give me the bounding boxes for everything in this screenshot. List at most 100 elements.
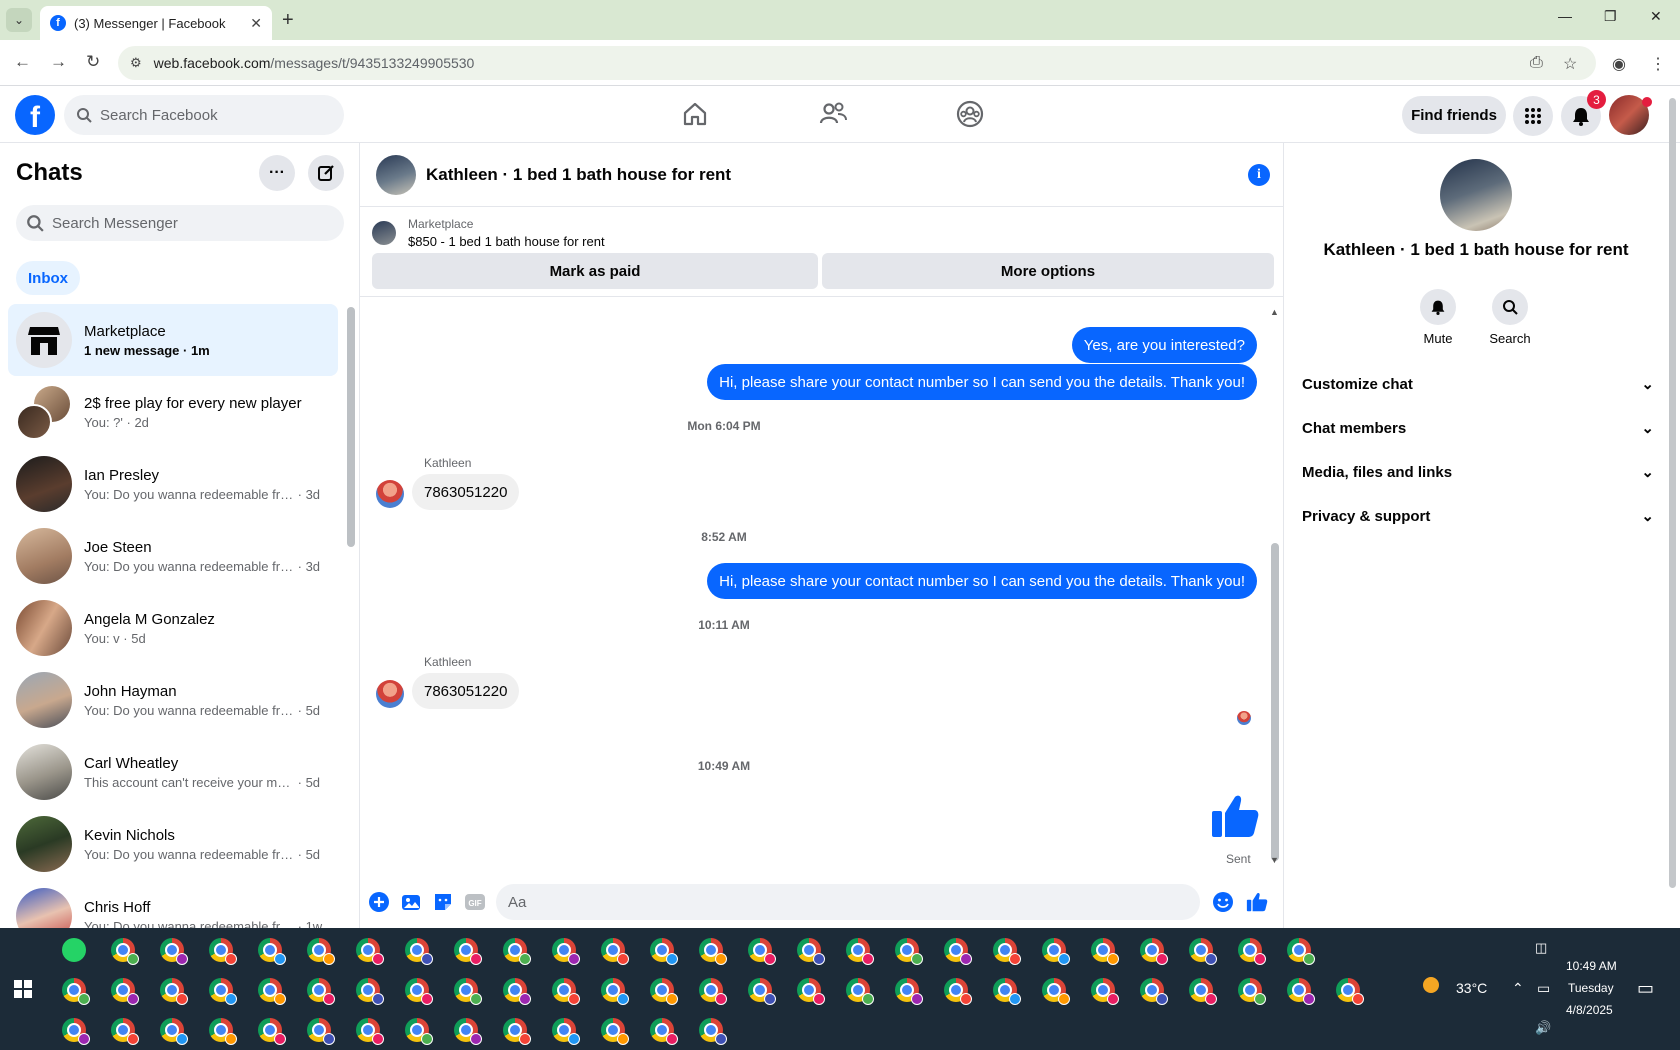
network-icon[interactable]: ▭ bbox=[1537, 980, 1550, 997]
friends-icon[interactable] bbox=[813, 96, 853, 132]
gif-icon[interactable]: GIF bbox=[464, 891, 486, 913]
chrome-profile-icon[interactable] bbox=[1140, 938, 1168, 965]
messenger-search-input[interactable]: Search Messenger bbox=[16, 205, 344, 241]
info-icon[interactable]: i bbox=[1248, 164, 1270, 186]
windows-start-icon[interactable] bbox=[14, 980, 32, 998]
find-friends-button[interactable]: Find friends bbox=[1402, 96, 1506, 134]
chrome-profile-icon[interactable] bbox=[209, 978, 237, 1005]
mute-button[interactable]: Mute bbox=[1408, 289, 1468, 346]
chrome-profile-icon[interactable] bbox=[601, 938, 629, 965]
whatsapp-icon[interactable] bbox=[62, 938, 86, 962]
address-bar[interactable]: ⚙ web.facebook.com/messages/t/9435133249… bbox=[118, 46, 1596, 80]
chrome-profile-icon[interactable] bbox=[944, 978, 972, 1005]
chrome-profile-icon[interactable] bbox=[1287, 938, 1315, 965]
chrome-profile-icon[interactable] bbox=[307, 1018, 335, 1045]
chrome-profile-icon[interactable] bbox=[62, 1018, 90, 1045]
tab-close-icon[interactable]: ✕ bbox=[250, 15, 262, 32]
chat-item[interactable]: John Hayman You: Do you wanna redeemable… bbox=[8, 664, 338, 736]
thumbs-up-icon[interactable] bbox=[1210, 791, 1260, 846]
chrome-profile-icon[interactable] bbox=[62, 978, 90, 1005]
chrome-profile-icon[interactable] bbox=[1189, 978, 1217, 1005]
incoming-message[interactable]: 7863051220 bbox=[412, 474, 520, 510]
inbox-tab[interactable]: Inbox bbox=[16, 261, 80, 295]
info-avatar[interactable] bbox=[1440, 159, 1512, 231]
conversation-title[interactable]: Kathleen · 1 bed 1 bath house for rent bbox=[426, 165, 731, 185]
chrome-profile-icon[interactable] bbox=[160, 978, 188, 1005]
new-message-icon[interactable] bbox=[308, 155, 344, 191]
home-icon[interactable] bbox=[675, 96, 715, 132]
conversation-scrollbar[interactable] bbox=[1271, 543, 1279, 861]
chrome-profile-icon[interactable] bbox=[356, 1018, 384, 1045]
chrome-profile-icon[interactable] bbox=[601, 1018, 629, 1045]
outgoing-message[interactable]: Hi, please share your contact number so … bbox=[707, 364, 1257, 400]
chrome-profile-icon[interactable] bbox=[1091, 978, 1119, 1005]
chrome-profile-icon[interactable] bbox=[601, 978, 629, 1005]
chrome-profile-icon[interactable] bbox=[699, 978, 727, 1005]
chrome-profile-icon[interactable] bbox=[307, 938, 335, 965]
privacy-support-section[interactable]: Privacy & support ⌄ bbox=[1302, 496, 1654, 536]
clock-time[interactable]: 10:49 AM bbox=[1566, 959, 1617, 973]
chrome-profile-icon[interactable] bbox=[846, 978, 874, 1005]
chrome-profile-icon[interactable] bbox=[1238, 938, 1266, 965]
chrome-profile-icon[interactable] bbox=[797, 978, 825, 1005]
incoming-message[interactable]: 7863051220 bbox=[412, 673, 520, 709]
plus-icon[interactable] bbox=[368, 891, 390, 913]
install-app-icon[interactable]: ⎙ bbox=[1530, 54, 1543, 72]
profile-icon[interactable]: ◉ bbox=[1612, 54, 1626, 74]
chrome-profile-icon[interactable] bbox=[503, 1018, 531, 1045]
chrome-profile-icon[interactable] bbox=[1091, 938, 1119, 965]
chrome-profile-icon[interactable] bbox=[111, 1018, 139, 1045]
chrome-profile-icon[interactable] bbox=[405, 938, 433, 965]
chrome-profile-icon[interactable] bbox=[1238, 978, 1266, 1005]
chrome-profile-icon[interactable] bbox=[405, 1018, 433, 1045]
facebook-search-input[interactable]: Search Facebook bbox=[64, 95, 344, 135]
meet-now-icon[interactable]: ◫ bbox=[1535, 940, 1547, 956]
chrome-profile-icon[interactable] bbox=[1189, 938, 1217, 965]
notification-center-icon[interactable]: ▭ bbox=[1637, 978, 1654, 999]
sticker-icon[interactable] bbox=[432, 891, 454, 913]
chrome-profile-icon[interactable] bbox=[209, 938, 237, 965]
chrome-profile-icon[interactable] bbox=[160, 1018, 188, 1045]
clock-date[interactable]: 4/8/2025 bbox=[1566, 1003, 1613, 1017]
browser-menu-icon[interactable]: ⋮ bbox=[1650, 54, 1666, 74]
clock-day[interactable]: Tuesday bbox=[1568, 981, 1614, 995]
chrome-profile-icon[interactable] bbox=[846, 938, 874, 965]
chrome-profile-icon[interactable] bbox=[797, 938, 825, 965]
emoji-icon[interactable] bbox=[1212, 891, 1234, 913]
photo-icon[interactable] bbox=[400, 891, 422, 913]
chat-members-section[interactable]: Chat members ⌄ bbox=[1302, 408, 1654, 448]
chrome-profile-icon[interactable] bbox=[356, 978, 384, 1005]
chrome-profile-icon[interactable] bbox=[650, 978, 678, 1005]
chrome-profile-icon[interactable] bbox=[650, 1018, 678, 1045]
chrome-profile-icon[interactable] bbox=[993, 978, 1021, 1005]
chrome-profile-icon[interactable] bbox=[454, 1018, 482, 1045]
chat-item[interactable]: Kevin Nichols You: Do you wanna redeemab… bbox=[8, 808, 338, 880]
outgoing-message[interactable]: Hi, please share your contact number so … bbox=[707, 563, 1257, 599]
groups-icon[interactable] bbox=[950, 96, 990, 132]
chrome-profile-icon[interactable] bbox=[258, 978, 286, 1005]
weather-icon[interactable] bbox=[1423, 977, 1439, 998]
chat-item[interactable]: Ian Presley You: Do you wanna redeemable… bbox=[8, 448, 338, 520]
chrome-profile-icon[interactable] bbox=[503, 938, 531, 965]
chrome-profile-icon[interactable] bbox=[552, 1018, 580, 1045]
site-info-icon[interactable]: ⚙ bbox=[130, 55, 142, 71]
media-files-links-section[interactable]: Media, files and links ⌄ bbox=[1302, 452, 1654, 492]
page-scrollbar[interactable] bbox=[1669, 98, 1676, 888]
chrome-profile-icon[interactable] bbox=[1287, 978, 1315, 1005]
browser-tab-active[interactable]: f (3) Messenger | Facebook ✕ bbox=[40, 6, 272, 40]
chrome-profile-icon[interactable] bbox=[993, 938, 1021, 965]
listing-thumbnail[interactable] bbox=[372, 221, 396, 245]
facebook-logo-icon[interactable]: f bbox=[15, 95, 55, 135]
chrome-profile-icon[interactable] bbox=[1042, 978, 1070, 1005]
close-window-icon[interactable]: ✕ bbox=[1650, 8, 1662, 25]
reload-icon[interactable]: ↻ bbox=[86, 52, 100, 72]
chrome-profile-icon[interactable] bbox=[258, 1018, 286, 1045]
chrome-profile-icon[interactable] bbox=[1140, 978, 1168, 1005]
chrome-profile-icon[interactable] bbox=[650, 938, 678, 965]
more-options-button[interactable]: More options bbox=[822, 253, 1274, 289]
sender-avatar[interactable] bbox=[376, 480, 404, 508]
message-input[interactable]: Aa bbox=[496, 884, 1200, 920]
tab-search-button[interactable]: ⌄ bbox=[6, 8, 32, 32]
chrome-profile-icon[interactable] bbox=[405, 978, 433, 1005]
chrome-profile-icon[interactable] bbox=[699, 1018, 727, 1045]
